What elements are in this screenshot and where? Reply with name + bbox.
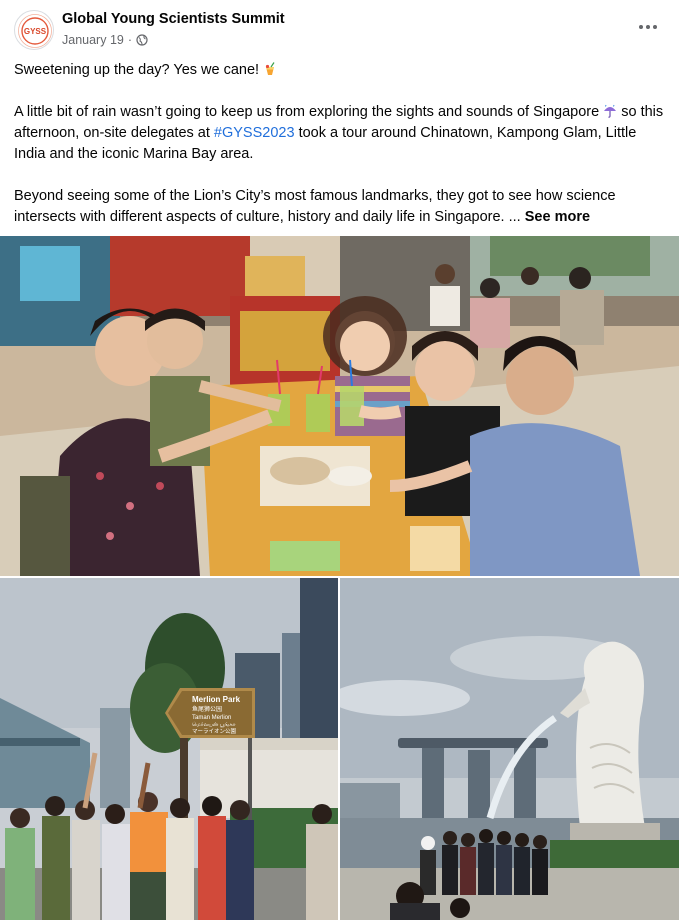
more-options-icon[interactable] [631, 14, 665, 40]
message-paragraph-1: Sweetening up the day? Yes we cane! [14, 60, 669, 81]
photo-group-toast[interactable] [0, 236, 679, 576]
message-paragraph-3: Beyond seeing some of the Lion’s City’s … [14, 186, 669, 228]
facebook-post: GYSS Global Young Scientists Summit Janu… [0, 0, 679, 920]
post-date-link[interactable]: January 19 [62, 33, 124, 47]
message-text-2a: A little bit of rain wasn’t going to kee… [14, 104, 600, 120]
sign-text-4: மெர்லயன் பூங்கா [192, 721, 237, 728]
sign-text-3: Taman Merlion [192, 715, 231, 721]
tropical-drink-icon [263, 62, 277, 76]
page-name-link[interactable]: Global Young Scientists Summit [62, 11, 285, 27]
meta-separator: · [127, 33, 133, 47]
sign-text-1: Merlion Park [192, 695, 241, 704]
post-header: GYSS Global Young Scientists Summit Janu… [0, 0, 679, 58]
sign-text-5: マーライオン公園 [192, 728, 237, 735]
sign-text-2: 鱼尾狮公园 [192, 705, 222, 713]
post-message: Sweetening up the day? Yes we cane! A li… [14, 60, 669, 249]
page-avatar[interactable]: GYSS [14, 10, 54, 50]
message-ellipsis: ... [508, 209, 521, 225]
message-line-1: Sweetening up the day? Yes we cane! [14, 62, 260, 78]
message-paragraph-2: A little bit of rain wasn’t going to kee… [14, 102, 669, 165]
post-meta: January 19 · [62, 33, 148, 47]
globe-icon[interactable] [136, 34, 148, 46]
see-more-link[interactable]: See more [525, 209, 590, 225]
photo-merlion-marina-bay[interactable] [340, 578, 679, 920]
umbrella-rain-icon [603, 104, 617, 118]
hashtag-link[interactable]: #GYSS2023 [214, 125, 295, 141]
avatar-logo-text: GYSS [24, 27, 47, 36]
photo-merlion-park-sign[interactable]: Merlion Park 鱼尾狮公园 Taman Merlion மெர்லயன… [0, 578, 338, 920]
